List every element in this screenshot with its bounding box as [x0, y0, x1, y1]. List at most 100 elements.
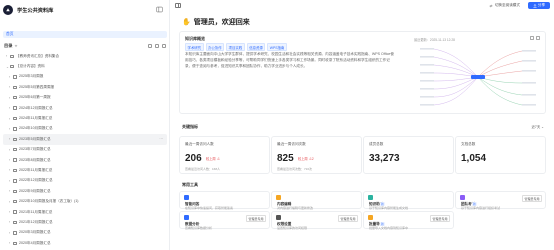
last-updated: 最近更新：2025-11-13 12:28: [414, 38, 455, 42]
tree-item-label: 【总计内容】资料: [16, 64, 45, 69]
folder-icon: [13, 127, 17, 131]
knowledge-heading: 知识库概览: [185, 36, 205, 41]
folder-icon: [13, 168, 17, 173]
tool-description: 基于知识库内容智能生成文档: [369, 206, 409, 210]
tool-description: 设置知识库的访问权限: [277, 226, 308, 230]
sidebar-tree-item[interactable]: › 2024年11月周报汇总: [3, 113, 167, 123]
tag-chip[interactable]: 办公协作: [205, 43, 225, 52]
more-icon[interactable]: ···: [159, 137, 163, 141]
sidebar-tree-item[interactable]: › 2021年12月周报汇总: [3, 217, 167, 227]
folder-icon: [13, 241, 17, 245]
sidebar-header: 学生公共资料库: [3, 3, 167, 17]
directory-tree: › 【教师资讯汇总】资料集合 ⌄ 【总计内容】资料 › 2025年3月周报 › 2025年5月…: [3, 51, 167, 248]
tree-item-label: 2020年4月周报汇总: [19, 240, 51, 245]
wave-hand-icon: ✋: [182, 19, 191, 26]
folder-icon: [13, 199, 17, 204]
sidebar-item-home[interactable]: 首页: [3, 31, 167, 38]
folder-icon: [10, 64, 14, 69]
share-label: 分享: [537, 3, 546, 7]
sidebar-tree-item[interactable]: › 2023年7月周报汇总: [3, 145, 167, 155]
tool-card[interactable]: 团队考试新基于知识库内容进行组织考试 管理员专用: [455, 191, 546, 210]
sidebar-tree-item[interactable]: › 2024年10月周报汇总: [3, 124, 167, 134]
tree-item-label: 2023年7月周报汇总: [19, 147, 51, 152]
add-icon[interactable]: [148, 43, 152, 48]
sidebar-tree-item[interactable]: › 2023年8月周报汇总: [3, 155, 167, 165]
sidebar-tree-item[interactable]: › 2024年12月周报汇总: [3, 103, 167, 113]
tool-card[interactable]: 数据分析 查看知识库数据分析 管理员专用: [179, 211, 270, 230]
stat-value: 1,054: [461, 153, 487, 164]
fullscreen-icon[interactable]: [530, 36, 534, 40]
knowledge-description: 本知识库主要面向中山大学学生群体，提供学术研究、校园生活和社会实践等相关资源。内…: [185, 52, 394, 68]
stat-delta: 较上周 ↓1: [206, 157, 220, 161]
tree-item-label: 2024年10月周报汇总: [19, 126, 53, 131]
sidebar-tree-item[interactable]: › 2020年3月周报汇总: [3, 228, 167, 238]
directory-header: 目录: [4, 42, 166, 49]
tool-icon: [368, 195, 373, 200]
welcome-header: ✋ 管理员，欢迎回来: [182, 17, 250, 27]
refresh-icon[interactable]: [162, 43, 166, 48]
library-logo-icon: [3, 5, 13, 15]
stat-value: 206: [185, 153, 202, 164]
sidebar-tree-item[interactable]: › 2022年9月周报汇总: [3, 186, 167, 196]
tool-description: 批量导入文档内容到知识库中: [369, 226, 409, 230]
tree-item-label: 2022年10月周报及月报（农工版）(1): [19, 199, 79, 204]
tool-icon: [184, 195, 189, 200]
sidebar-tree-item[interactable]: › 2022年11月周报汇总: [3, 165, 167, 175]
collapse-sidebar-icon[interactable]: [156, 6, 163, 13]
swap-icon: [489, 4, 494, 7]
sidebar-tree-item[interactable]: › 2020年4月周报汇总: [3, 238, 167, 248]
sidebar-tree-item[interactable]: ⌄ 【总计内容】资料: [3, 61, 167, 71]
tag-list: 学术研究 办公协作 项目实践 信息资源 WPS指南: [185, 43, 287, 52]
tool-card[interactable]: 内容编辑 对内容进行编辑与更新修改: [271, 191, 362, 210]
admin-only-badge: 管理员专用: [245, 215, 266, 222]
sidebar-tree-item[interactable]: › 【教师资讯汇总】资料集合: [3, 51, 167, 61]
library-title: 学生公共资料库: [17, 7, 54, 14]
tree-item-label: 2025年6月第一周报: [19, 95, 51, 100]
tree-item-label: 2022年12月周报汇总: [19, 178, 53, 183]
mindmap-preview[interactable]: [414, 43, 542, 111]
tree-item-label: 2025年5月第四周周报: [19, 84, 55, 89]
tool-icon: [276, 195, 281, 200]
stat-delta: 较上周 ↓12: [298, 157, 314, 161]
welcome-title: 管理员，欢迎回来: [193, 19, 250, 26]
reading-mode-label: 切换至阅读模式: [494, 3, 520, 7]
range-select[interactable]: 近7天 ⌄: [532, 124, 544, 129]
sidebar-tree-item[interactable]: › 2025年5月第四周周报: [3, 82, 167, 92]
tool-icon: [276, 215, 281, 220]
toggle-sidebar-icon[interactable]: [175, 3, 181, 8]
tag-chip[interactable]: 信息资源: [246, 43, 266, 52]
share-icon: [533, 3, 537, 8]
sidebar-tree-item[interactable]: › 2022年12月周报汇总: [3, 176, 167, 186]
folder-icon: [13, 106, 17, 110]
tree-item-label: 2022年11月周报汇总: [19, 167, 53, 172]
sort-icon[interactable]: [14, 44, 18, 48]
share-button[interactable]: 分享: [528, 2, 550, 9]
tool-card[interactable]: 权限设置 设置知识库的访问权限 管理员专用: [271, 211, 362, 230]
stat-subtext: 查看最近访问次数：716次: [277, 167, 313, 171]
sidebar-tree-item[interactable]: › 2023年5月周报汇总 ···: [3, 134, 167, 145]
sidebar-tree-item[interactable]: › 2025年3月周报: [3, 72, 167, 82]
sidebar: 学生公共资料库 首页 目录 › 【教师资讯汇总】资料集合 ⌄ 【总计内容】资料 › 202…: [0, 0, 170, 250]
sidebar-tree-item[interactable]: › 2021年11月周报汇总: [3, 207, 167, 217]
folder-icon: [13, 158, 17, 162]
reading-mode-button[interactable]: 切换至阅读模式: [489, 3, 520, 8]
tool-card[interactable]: 智能问答 在知识库中快速提问，获取智能答案: [179, 191, 270, 210]
folder-icon: [13, 85, 17, 90]
tool-description: 在知识库中快速提问，获取智能答案: [185, 206, 234, 210]
sidebar-tree-item[interactable]: › 2025年6月第一周报: [3, 93, 167, 103]
zoom-icon[interactable]: [536, 36, 540, 40]
tag-chip[interactable]: 项目实践: [226, 43, 245, 52]
tree-item-label: 2023年5月周报汇总: [19, 136, 51, 141]
tree-item-label: 2025年3月周报: [19, 74, 44, 79]
stat-card: 最近一周访问次数 825 较上周 ↓12 查看最近访问次数：716次: [271, 136, 362, 174]
sidebar-tree-item[interactable]: › 2022年10月周报及月报（农工版）(1): [3, 196, 167, 206]
tag-chip[interactable]: 学术研究: [185, 43, 204, 52]
tag-chip[interactable]: WPS指南: [267, 43, 287, 52]
folder-add-icon[interactable]: [155, 43, 159, 48]
admin-only-badge: 管理员专用: [337, 215, 358, 222]
tree-item-label: 2024年12月周报汇总: [19, 105, 53, 110]
tool-card[interactable]: 批量导入新批量导入文档内容到知识库中 管理员专用: [363, 211, 454, 230]
tree-item-label: 【教师资讯汇总】资料集合: [16, 53, 60, 58]
tool-card[interactable]: 知识助手新基于知识库内容智能生成文档: [363, 191, 454, 210]
stat-card: 最近一周访问人数 206 较上周 ↓1 查看最近访问人数：168人: [179, 136, 270, 174]
